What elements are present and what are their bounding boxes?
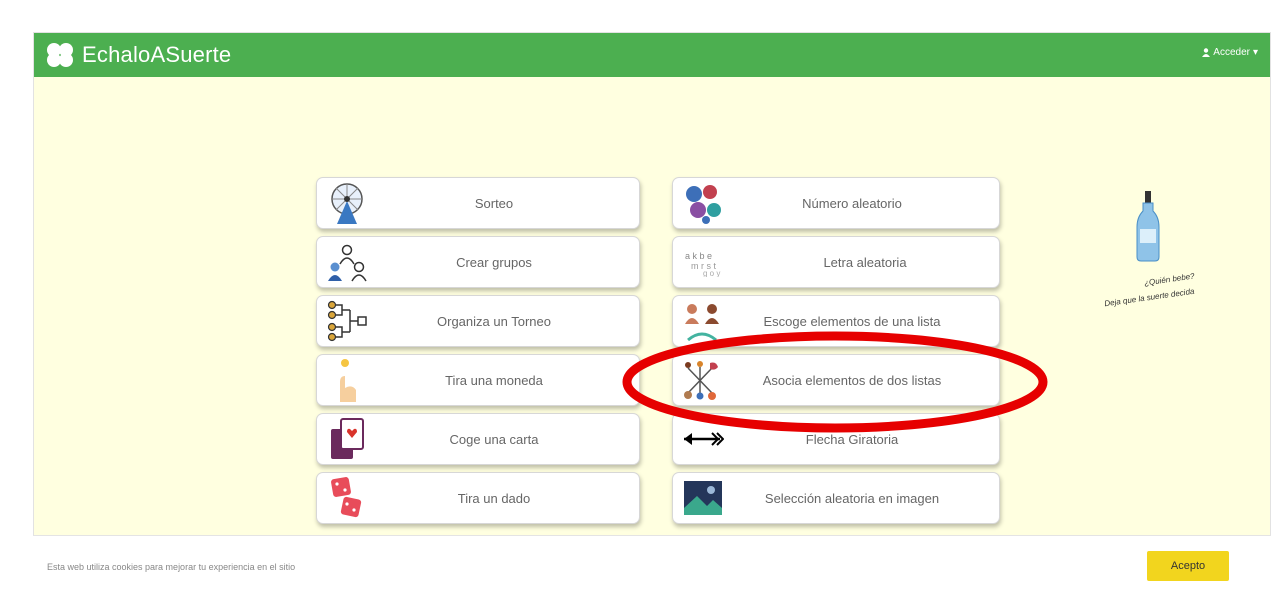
user-icon — [1202, 48, 1211, 57]
choose-items-icon — [681, 299, 725, 343]
tool-label: Letra aleatoria — [823, 254, 907, 270]
tool-label: Número aleatorio — [802, 195, 902, 211]
tool-label: Organiza un Torneo — [437, 313, 551, 329]
login-menu[interactable]: Acceder ▾ — [1202, 47, 1258, 58]
svg-text:g o y: g o y — [703, 269, 720, 277]
tool-random-number[interactable]: Número aleatorio — [672, 177, 1000, 229]
coin-flip-icon — [325, 358, 369, 402]
brand-name: EchaloASuerte — [82, 42, 232, 67]
tool-create-groups[interactable]: Crear grupos — [316, 236, 640, 288]
people-groups-icon — [325, 240, 369, 284]
cookie-banner: Esta web utiliza cookies para mejorar tu… — [33, 535, 1271, 588]
tool-label: Selección aleatoria en imagen — [764, 490, 940, 506]
tool-label: Crear grupos — [456, 254, 532, 270]
svg-text:a k b e: a k b e — [685, 251, 712, 261]
tool-label: Tira un dado — [457, 490, 531, 506]
tool-associate-lists[interactable]: Asocia elementos de dos listas — [672, 354, 1000, 406]
tool-tournament[interactable]: Organiza un Torneo — [316, 295, 640, 347]
image-icon — [681, 476, 725, 520]
tool-label: Asocia elementos de dos listas — [762, 372, 942, 388]
page-frame: EchaloASuerte Acceder ▾ Sorteo Crear gru… — [33, 32, 1271, 588]
tool-roll-dice[interactable]: Tira un dado — [316, 472, 640, 524]
playing-card-icon — [325, 417, 369, 461]
tool-label: Escoge elementos de una lista — [763, 313, 941, 329]
promo-who-drinks[interactable]: ¿Quién bebe? Deja que la suerte decida — [1104, 191, 1270, 321]
tool-spinning-arrow[interactable]: Flecha Giratoria — [672, 413, 1000, 465]
letters-icon: a k b e m r s t g o y — [681, 240, 751, 284]
top-navbar: EchaloASuerte Acceder ▾ — [34, 33, 1270, 77]
tournament-bracket-icon — [325, 299, 369, 343]
brand-link[interactable]: EchaloASuerte — [44, 41, 231, 69]
tool-choose-items[interactable]: Escoge elementos de una lista — [672, 295, 1000, 347]
clover-logo-icon — [47, 43, 73, 67]
tool-label: Flecha Giratoria — [805, 431, 899, 447]
caret-down-icon: ▾ — [1252, 47, 1258, 58]
tool-label: Sorteo — [474, 195, 514, 211]
raffle-wheel-icon — [325, 181, 369, 225]
tool-raffle[interactable]: Sorteo — [316, 177, 640, 229]
numbers-icon — [681, 181, 725, 225]
dice-icon — [325, 476, 369, 520]
tool-coin-flip[interactable]: Tira una moneda — [316, 354, 640, 406]
tool-label: Tira una moneda — [445, 372, 543, 388]
tool-image-selection[interactable]: Selección aleatoria en imagen — [672, 472, 1000, 524]
associate-lists-icon — [681, 358, 725, 402]
tool-random-letter[interactable]: a k b e m r s t g o y Letra aleatoria — [672, 236, 1000, 288]
tool-label: Coge una carta — [449, 431, 539, 447]
tool-draw-card[interactable]: Coge una carta — [316, 413, 640, 465]
spinning-arrow-icon — [681, 417, 725, 461]
accept-cookies-button[interactable]: Acepto — [1147, 551, 1229, 581]
cookie-text: Esta web utiliza cookies para mejorar tu… — [47, 562, 296, 572]
login-label: Acceder — [1213, 47, 1250, 58]
